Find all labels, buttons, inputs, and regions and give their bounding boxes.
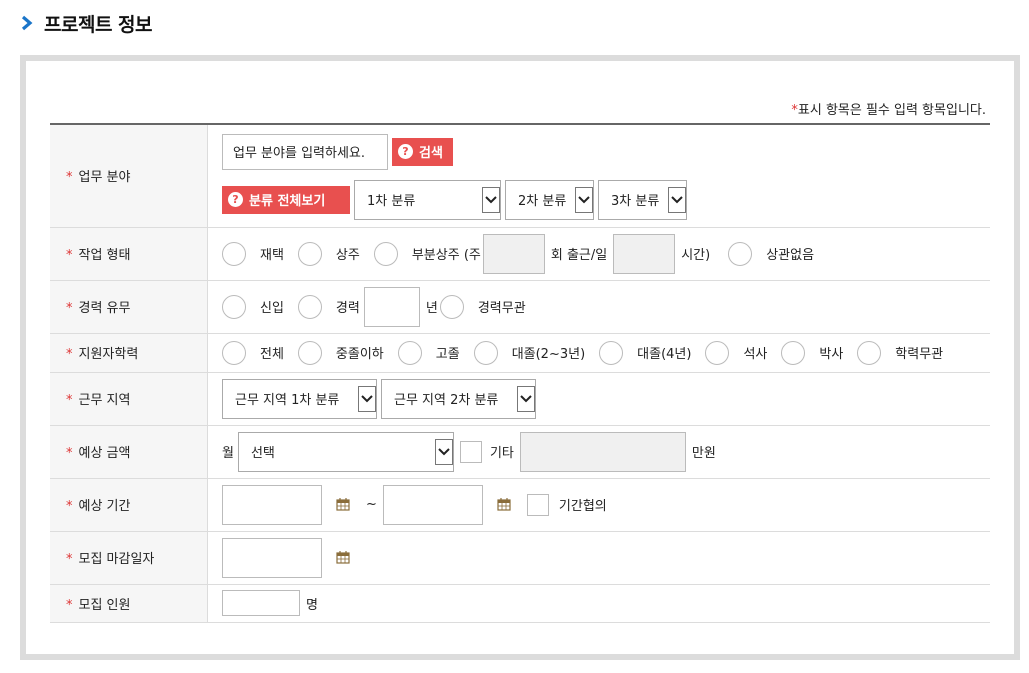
days-per-week-input[interactable] <box>482 233 545 274</box>
chevron-down-icon <box>358 385 376 412</box>
row-location: * 근무 지역 근무 지역 1차 분류 근무 지역 2차 분류 <box>50 372 990 426</box>
deadline-input[interactable] <box>222 537 322 578</box>
page-title: 프로젝트 정보 <box>44 13 153 36</box>
radio-edu-doctor[interactable] <box>781 340 806 365</box>
chevron-down-icon <box>575 186 593 213</box>
question-icon: ? <box>228 192 243 208</box>
calendar-icon[interactable] <box>336 551 350 564</box>
chevron-down-icon <box>517 385 535 412</box>
radio-resident[interactable] <box>297 241 322 266</box>
budget-other-checkbox[interactable] <box>459 440 482 463</box>
category1-select[interactable]: 1차 분류 <box>354 179 501 220</box>
radio-edu-master[interactable] <box>705 340 730 365</box>
chevron-down-icon <box>434 438 453 465</box>
required-note: *표시 항목은 필수 입력 항목입니다. <box>791 103 986 118</box>
radio-new[interactable] <box>222 294 246 319</box>
row-deadline: * 모집 마감일자 <box>50 531 990 585</box>
question-icon: ? <box>398 144 413 160</box>
row-label: * 지원자학력 <box>50 333 208 373</box>
period-start-input[interactable] <box>222 484 322 525</box>
search-button[interactable]: ? 검색 <box>392 137 453 166</box>
radio-any-work-type[interactable] <box>728 241 753 266</box>
period-end-input[interactable] <box>382 484 483 525</box>
headcount-input[interactable] <box>222 590 300 616</box>
row-field: *업무 분야 ?검색 ?분류 전체보기 1차 분류 2차 분류 3차 분류 <box>50 124 990 228</box>
calendar-icon[interactable] <box>497 498 511 511</box>
row-headcount: * 모집 인원 명 <box>50 584 990 623</box>
row-label: * 예상 금액 <box>50 425 208 479</box>
chevron-down-icon <box>668 186 686 213</box>
form-panel: *표시 항목은 필수 입력 항목입니다. *업무 분야 ?검색 ?분류 전체보기… <box>20 55 1020 660</box>
radio-partial[interactable] <box>373 241 398 266</box>
row-label: * 경력 유무 <box>50 280 208 334</box>
radio-remote[interactable] <box>222 241 246 266</box>
category3-select[interactable]: 3차 분류 <box>598 179 687 220</box>
career-years-input[interactable] <box>363 286 420 327</box>
section-header: 프로젝트 정보 <box>18 8 153 38</box>
radio-edu-college4[interactable] <box>599 340 624 365</box>
period-negotiable-checkbox[interactable] <box>526 493 549 516</box>
radio-experienced[interactable] <box>297 294 322 319</box>
row-label: * 모집 인원 <box>50 584 208 623</box>
row-education: * 지원자학력 전체 중졸이하 고졸 대졸(2~3년) 대졸(4년) 석사 박사 … <box>50 333 990 373</box>
row-work-type: * 작업 형태 재택 상주 부분상주 (주 회 출근/일 시간) 상관없음 <box>50 227 990 281</box>
location2-select[interactable]: 근무 지역 2차 분류 <box>381 378 536 419</box>
radio-any-career[interactable] <box>439 294 464 319</box>
row-period: * 예상 기간 ~ 기간협의 <box>50 478 990 532</box>
radio-edu-high[interactable] <box>397 340 422 365</box>
radio-edu-all[interactable] <box>222 340 246 365</box>
budget-select[interactable]: 선택 <box>237 431 454 472</box>
row-label: * 근무 지역 <box>50 372 208 426</box>
radio-edu-middle[interactable] <box>297 340 322 365</box>
radio-edu-any[interactable] <box>857 340 882 365</box>
row-budget: * 예상 금액 월 선택 기타 만원 <box>50 425 990 479</box>
row-label: * 업무 분야 <box>50 124 208 228</box>
row-label: * 모집 마감일자 <box>50 531 208 585</box>
location1-select[interactable]: 근무 지역 1차 분류 <box>222 378 377 419</box>
chevron-down-icon <box>482 186 500 213</box>
budget-other-input[interactable] <box>519 431 686 472</box>
project-form: *업무 분야 ?검색 ?분류 전체보기 1차 분류 2차 분류 3차 분류 *작… <box>50 123 990 623</box>
row-career: * 경력 유무 신입 경력 년 경력무관 <box>50 280 990 334</box>
field-input[interactable] <box>222 133 388 170</box>
radio-edu-college2[interactable] <box>473 340 498 365</box>
calendar-icon[interactable] <box>336 498 350 511</box>
view-all-button[interactable]: ? 분류 전체보기 <box>222 185 350 214</box>
chevron-right-icon <box>21 15 33 31</box>
row-label: * 예상 기간 <box>50 478 208 532</box>
hours-per-day-input[interactable] <box>613 233 676 274</box>
row-label: * 작업 형태 <box>50 227 208 281</box>
category2-select[interactable]: 2차 분류 <box>505 179 594 220</box>
